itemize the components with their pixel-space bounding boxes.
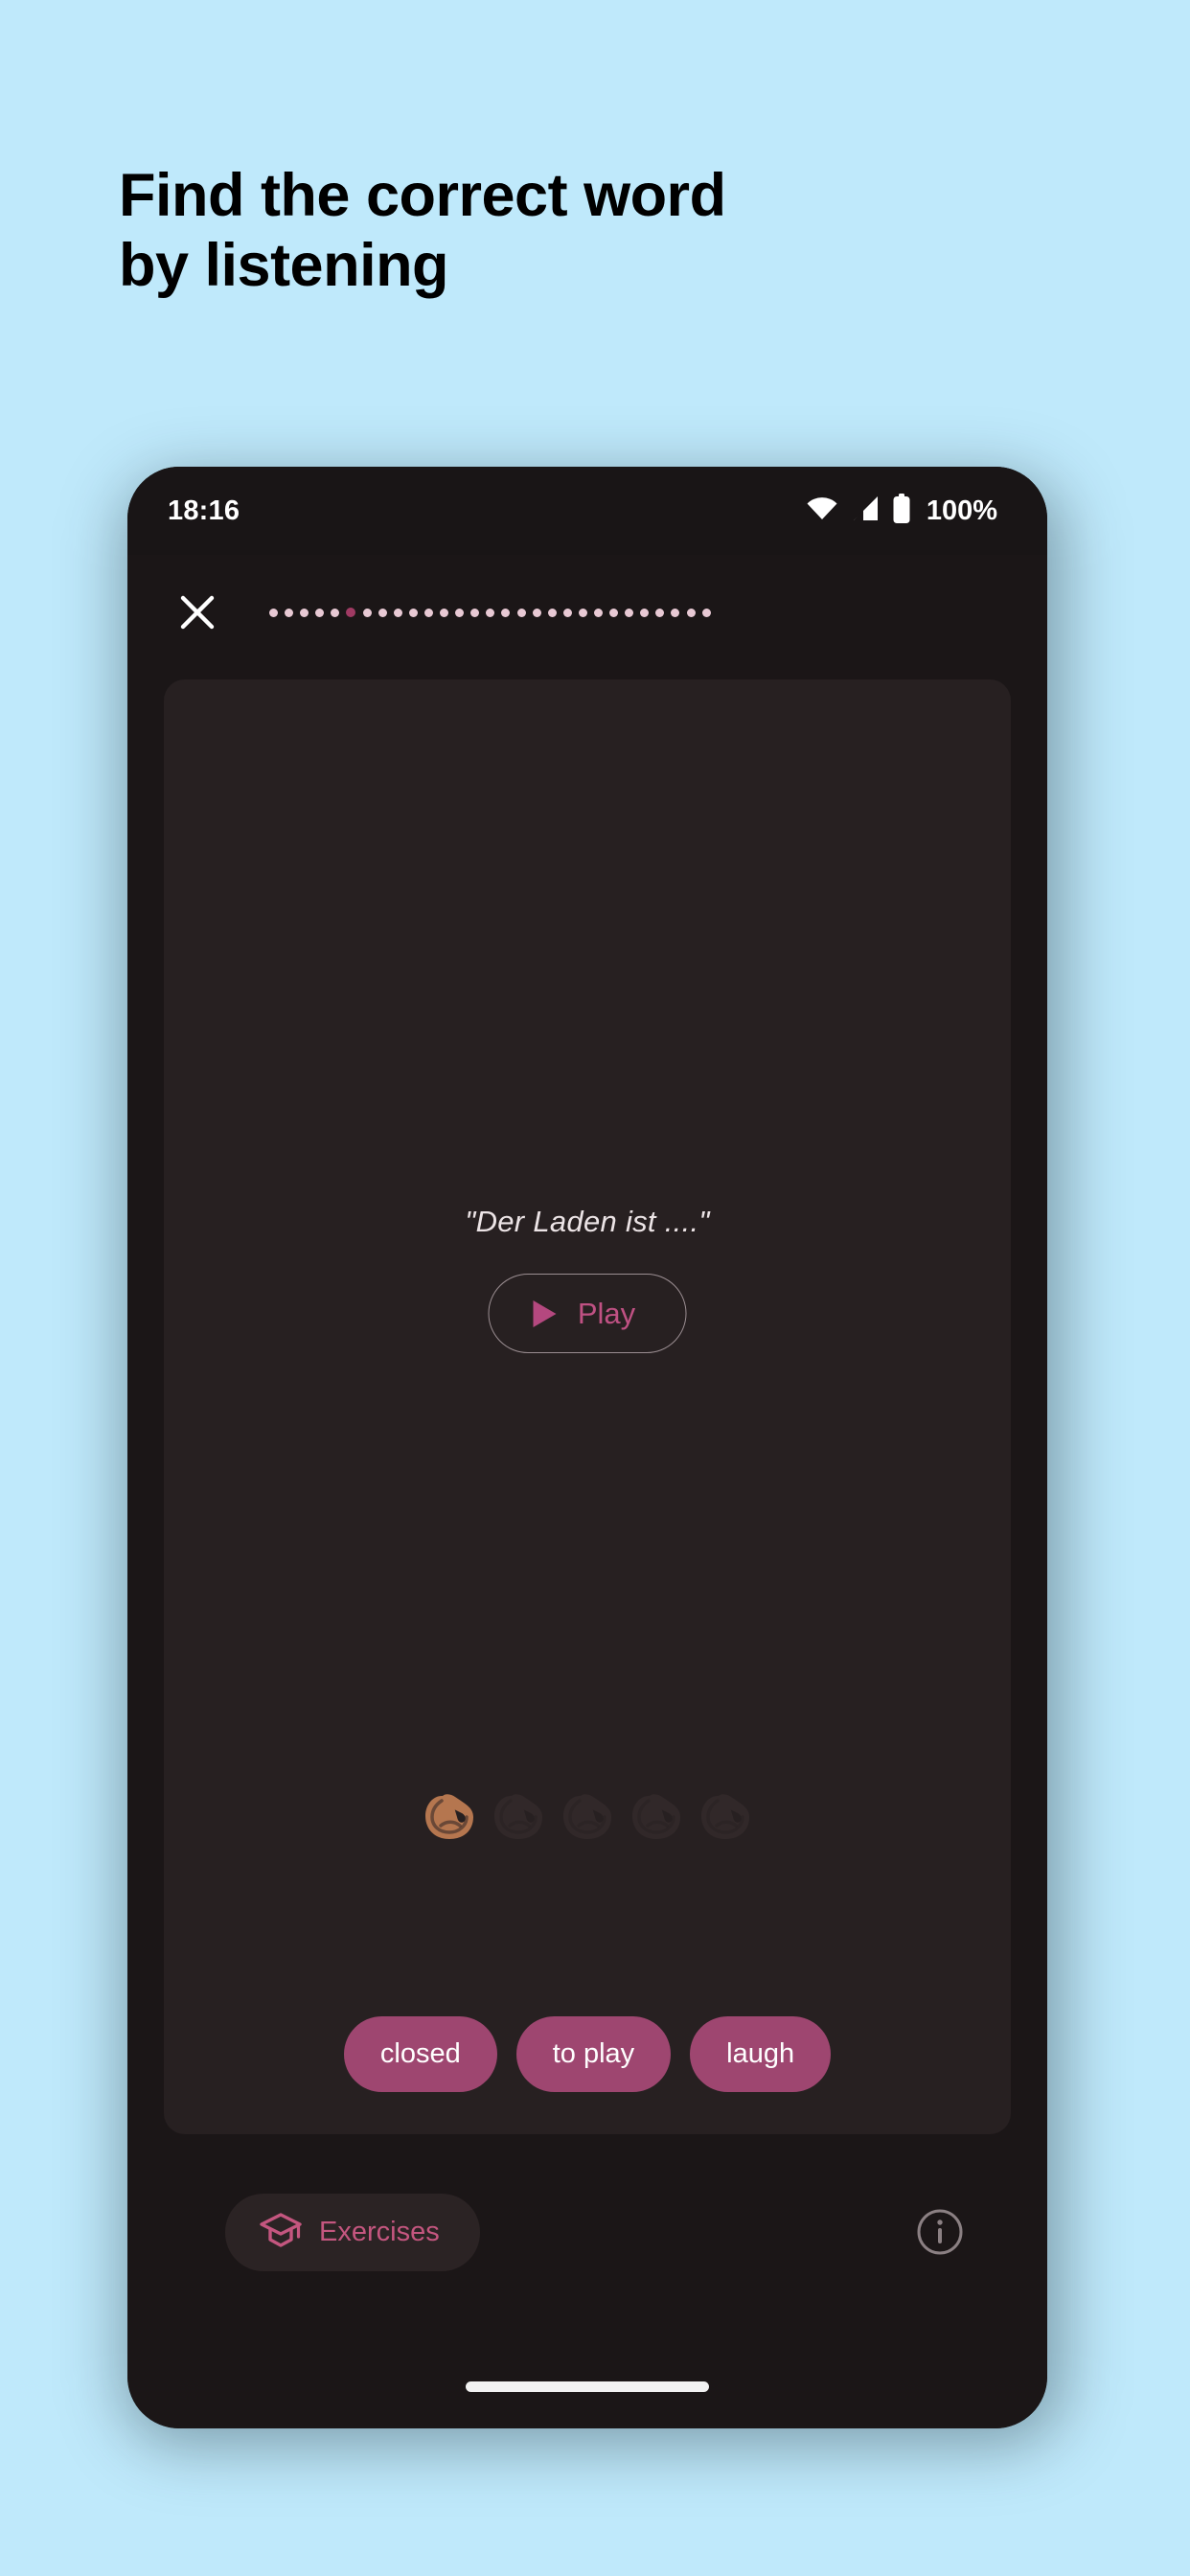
answer-option-2[interactable]: to play bbox=[515, 2016, 672, 2092]
play-audio-button[interactable]: Play bbox=[488, 1274, 687, 1353]
pretzel-icon-active bbox=[423, 1789, 476, 1843]
home-indicator bbox=[466, 2381, 709, 2392]
progress-dot bbox=[625, 608, 634, 617]
cellular-signal-icon bbox=[851, 495, 880, 526]
nav-exercises-label: Exercises bbox=[319, 2216, 440, 2247]
progress-dot bbox=[269, 608, 278, 617]
answer-option-3[interactable]: laugh bbox=[690, 2016, 832, 2092]
graduation-cap-icon bbox=[260, 2211, 302, 2254]
battery-full-icon bbox=[892, 493, 911, 529]
status-bar-clock: 18:16 bbox=[168, 494, 240, 526]
progress-dot bbox=[593, 608, 603, 617]
progress-dot bbox=[300, 608, 309, 617]
progress-dot-current bbox=[346, 608, 356, 617]
progress-dot bbox=[671, 608, 680, 617]
promo-heading-line-1: Find the correct word bbox=[119, 162, 726, 229]
exercise-card: "Der Laden ist ...." Play closed to play l… bbox=[164, 679, 1011, 2134]
info-circle-icon[interactable] bbox=[915, 2207, 965, 2257]
pretzel-icon-empty bbox=[561, 1789, 614, 1843]
exercise-top-bar bbox=[127, 555, 1047, 670]
progress-dot bbox=[378, 608, 387, 617]
progress-dot bbox=[501, 608, 511, 617]
pretzel-icon-empty bbox=[492, 1789, 545, 1843]
progress-dot bbox=[532, 608, 541, 617]
phone-screen: 18:16 100% "Der Laden ist ...." Play clo… bbox=[127, 467, 1047, 2428]
promo-heading-line-2: by listening bbox=[119, 232, 449, 300]
lives-row bbox=[164, 1789, 1011, 1843]
progress-dots bbox=[269, 608, 711, 617]
play-triangle-icon bbox=[533, 1300, 557, 1327]
progress-dot bbox=[609, 608, 619, 617]
play-button-label: Play bbox=[577, 1296, 636, 1330]
promo-heading: Find the correct word by listening bbox=[119, 161, 1077, 301]
phone-frame: 18:16 100% "Der Laden ist ...." Play clo… bbox=[127, 467, 1047, 2428]
status-bar: 18:16 100% bbox=[127, 467, 1047, 555]
progress-dot bbox=[315, 608, 325, 617]
progress-dot bbox=[578, 608, 587, 617]
pretzel-icon-empty bbox=[629, 1789, 683, 1843]
progress-dot bbox=[562, 608, 572, 617]
progress-dot bbox=[516, 608, 526, 617]
progress-dot bbox=[686, 608, 696, 617]
close-icon[interactable] bbox=[168, 583, 227, 642]
progress-dot bbox=[547, 608, 557, 617]
wifi-icon bbox=[806, 496, 838, 526]
battery-percent-label: 100% bbox=[926, 494, 997, 526]
progress-dot bbox=[486, 608, 495, 617]
status-bar-icons: 100% bbox=[806, 493, 997, 529]
pretzel-icon-empty bbox=[698, 1789, 752, 1843]
answer-options-row: closed to play laugh bbox=[164, 2016, 1011, 2092]
progress-dot bbox=[455, 608, 465, 617]
progress-dot bbox=[331, 608, 340, 617]
progress-dot bbox=[423, 608, 433, 617]
progress-dot bbox=[440, 608, 449, 617]
progress-dot bbox=[655, 608, 665, 617]
progress-dot bbox=[362, 608, 372, 617]
progress-dot bbox=[701, 608, 711, 617]
prompt-sentence: "Der Laden ist ...." bbox=[465, 1205, 710, 1238]
progress-dot bbox=[470, 608, 480, 617]
progress-dot bbox=[640, 608, 650, 617]
progress-dot bbox=[393, 608, 402, 617]
bottom-navigation: Exercises bbox=[127, 2165, 1047, 2299]
nav-item-exercises[interactable]: Exercises bbox=[225, 2193, 480, 2271]
answer-option-1[interactable]: closed bbox=[343, 2016, 497, 2092]
progress-dot bbox=[408, 608, 418, 617]
progress-dot bbox=[285, 608, 294, 617]
